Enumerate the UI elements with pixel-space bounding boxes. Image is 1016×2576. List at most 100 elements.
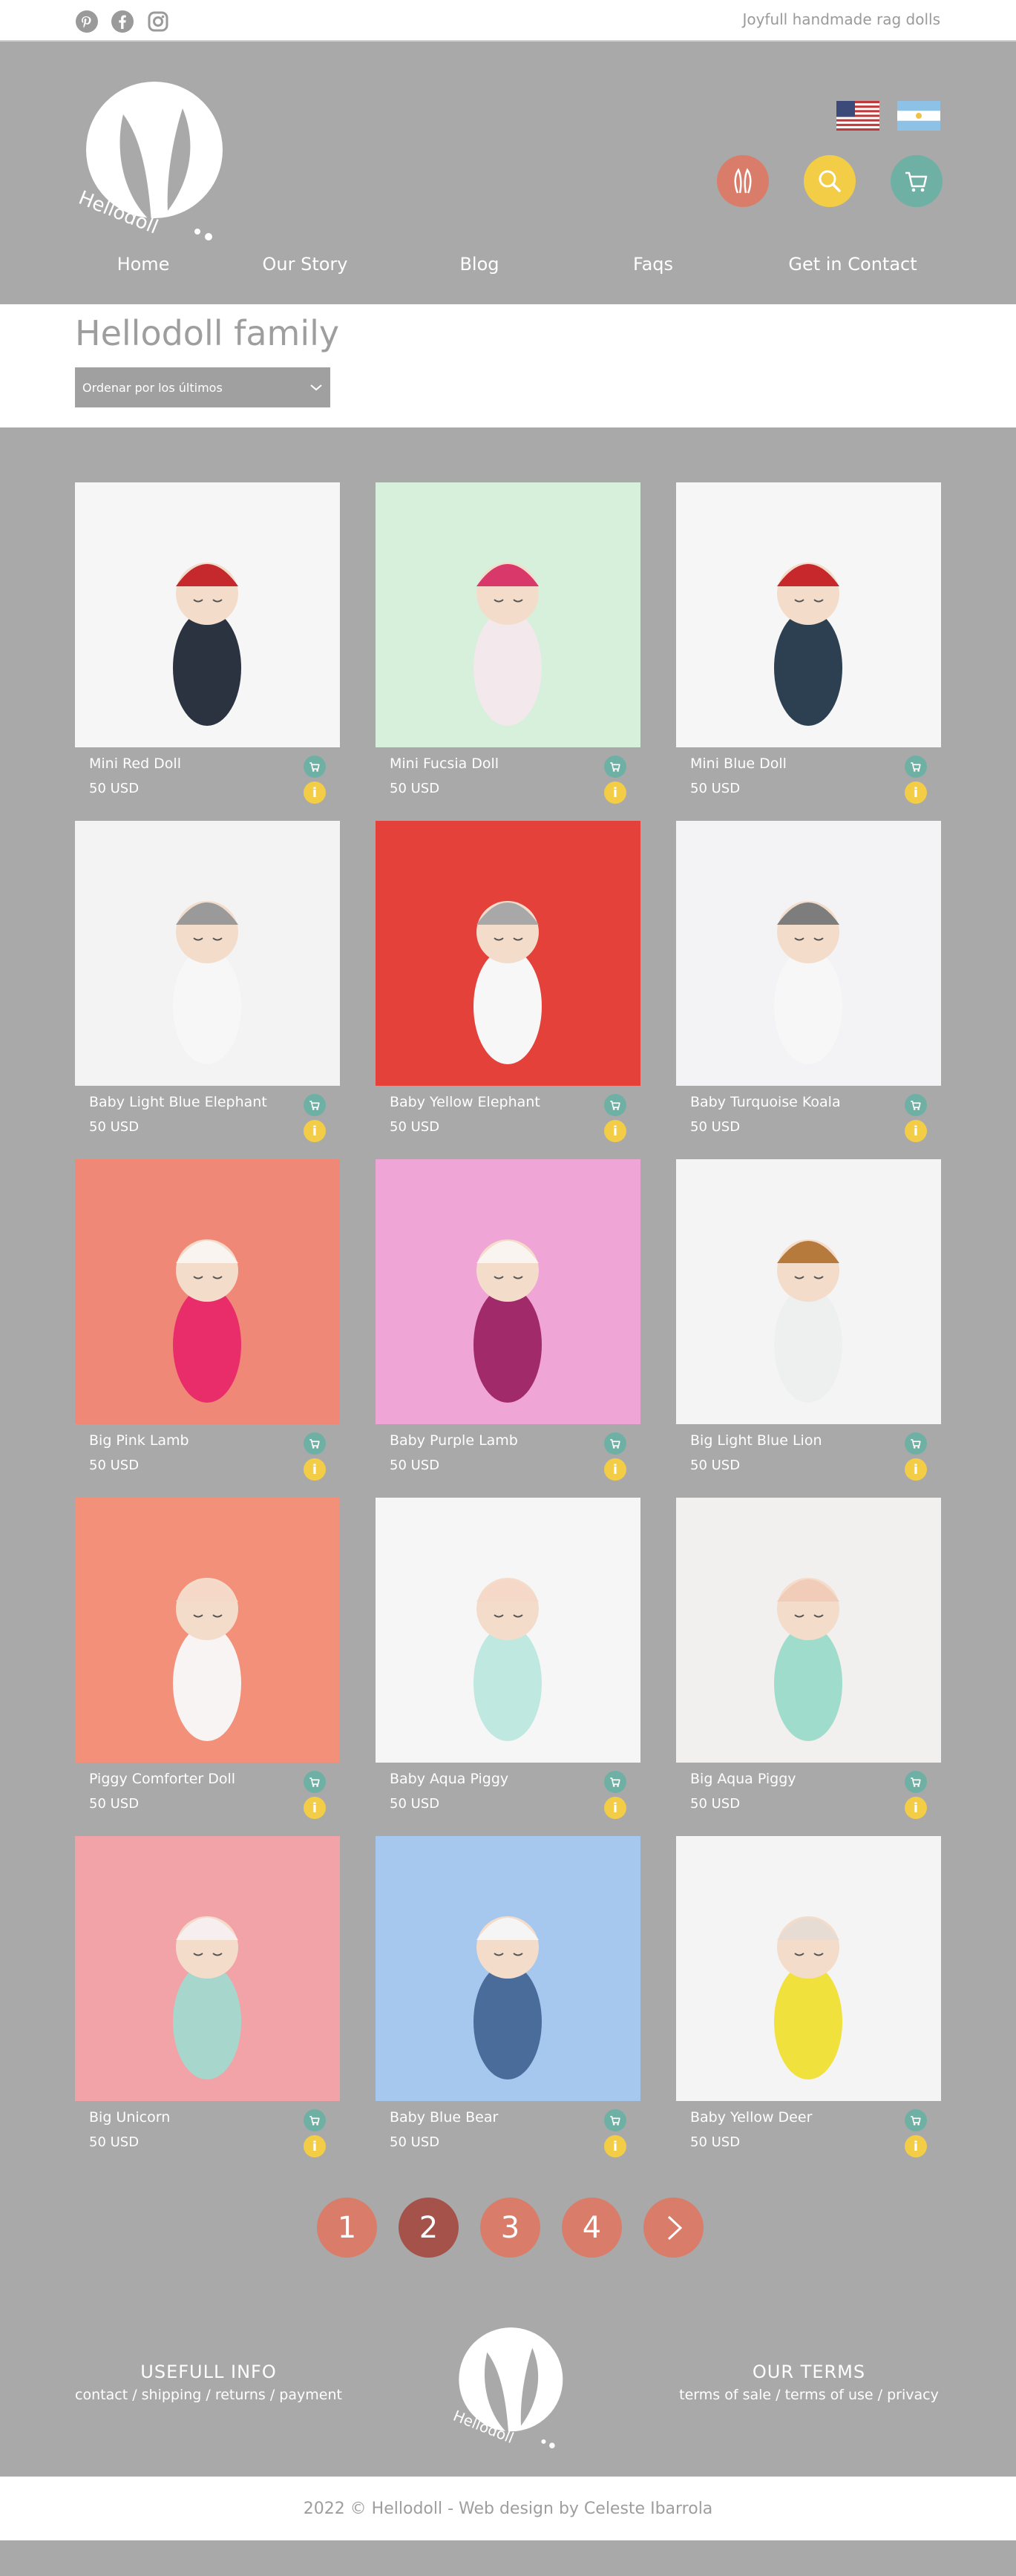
add-to-cart-icon[interactable] (304, 1771, 326, 1793)
product-image[interactable] (676, 482, 941, 747)
product-name[interactable]: Mini Fucsia Doll (390, 756, 499, 772)
catalog-header: Hellodoll family Ordenar por los últimos (0, 304, 1016, 427)
product-image[interactable] (75, 482, 340, 747)
nav-our-story[interactable]: Our Story (263, 254, 348, 275)
facebook-icon[interactable] (111, 10, 134, 33)
cart-icon[interactable] (891, 155, 943, 207)
page-button[interactable]: 4 (562, 2198, 622, 2258)
add-to-cart-icon[interactable] (604, 1094, 626, 1116)
product-name[interactable]: Piggy Comforter Doll (89, 1771, 235, 1787)
product-name[interactable]: Big Unicorn (89, 2109, 170, 2126)
product-name[interactable]: Baby Yellow Elephant (390, 1094, 540, 1110)
product-image[interactable] (676, 1159, 941, 1424)
product-image[interactable] (75, 1498, 340, 1763)
footer-our-terms: OUR TERMS terms of sale / terms of use /… (668, 2362, 950, 2403)
info-icon[interactable]: i (604, 2135, 626, 2157)
pinterest-icon[interactable] (75, 10, 99, 33)
product-card: Baby Purple Lamb 50 USD i (376, 1159, 640, 1481)
instagram-icon[interactable] (146, 10, 170, 33)
product-name[interactable]: Big Aqua Piggy (690, 1771, 796, 1787)
site-tagline: Joyfull handmade rag dolls (742, 10, 940, 28)
product-name[interactable]: Big Pink Lamb (89, 1432, 189, 1449)
us-flag[interactable] (836, 101, 879, 131)
product-price: 50 USD (690, 1458, 741, 1473)
nav-home[interactable]: Home (117, 254, 170, 275)
product-card: Baby Aqua Piggy 50 USD i (376, 1498, 640, 1819)
product-price: 50 USD (89, 781, 140, 796)
add-to-cart-icon[interactable] (604, 1771, 626, 1793)
footer-useful-info-links[interactable]: contact / shipping / returns / payment (71, 2387, 346, 2403)
nav-get-in-contact[interactable]: Get in Contact (788, 254, 917, 275)
add-to-cart-icon[interactable] (304, 2109, 326, 2131)
footer-logo[interactable]: Hellodoll (448, 2318, 566, 2448)
add-to-cart-icon[interactable] (304, 756, 326, 778)
product-price: 50 USD (89, 2134, 140, 2150)
product-image[interactable] (376, 1836, 640, 2101)
info-icon[interactable]: i (604, 1797, 626, 1819)
info-icon[interactable]: i (304, 1797, 326, 1819)
product-name[interactable]: Baby Blue Bear (390, 2109, 498, 2126)
product-image[interactable] (676, 821, 941, 1086)
footer-our-terms-links[interactable]: terms of sale / terms of use / privacy (668, 2387, 950, 2403)
argentina-flag[interactable] (897, 101, 940, 131)
info-icon[interactable]: i (304, 1458, 326, 1481)
site-header: Hellodoll Home Our Story Blog Faqs Get i… (0, 42, 1016, 304)
product-price: 50 USD (89, 1458, 140, 1473)
page-button[interactable]: 3 (480, 2198, 540, 2258)
page-button[interactable]: 1 (317, 2198, 377, 2258)
page-button[interactable]: 2 (399, 2198, 459, 2258)
add-to-cart-icon[interactable] (905, 1094, 927, 1116)
nav-faqs[interactable]: Faqs (633, 254, 673, 275)
sort-dropdown[interactable]: Ordenar por los últimos (75, 367, 330, 407)
info-icon[interactable]: i (304, 2135, 326, 2157)
product-image[interactable] (75, 1836, 340, 2101)
add-to-cart-icon[interactable] (905, 756, 927, 778)
product-name[interactable]: Baby Purple Lamb (390, 1432, 518, 1449)
add-to-cart-icon[interactable] (905, 1432, 927, 1455)
product-name[interactable]: Mini Red Doll (89, 756, 181, 772)
product-name[interactable]: Big Light Blue Lion (690, 1432, 822, 1449)
add-to-cart-icon[interactable] (604, 756, 626, 778)
product-name[interactable]: Baby Yellow Deer (690, 2109, 812, 2126)
product-image[interactable] (676, 1836, 941, 2101)
info-icon[interactable]: i (905, 1120, 927, 1142)
product-card: Baby Yellow Deer 50 USD i (676, 1836, 941, 2157)
product-name[interactable]: Baby Turquoise Koala (690, 1094, 841, 1110)
footer-our-terms-heading: OUR TERMS (752, 2362, 866, 2382)
product-name[interactable]: Baby Aqua Piggy (390, 1771, 508, 1787)
product-image[interactable] (376, 1498, 640, 1763)
product-image[interactable] (75, 1159, 340, 1424)
bunny-ears-icon[interactable] (717, 155, 769, 207)
add-to-cart-icon[interactable] (304, 1094, 326, 1116)
info-icon[interactable]: i (604, 1120, 626, 1142)
product-price: 50 USD (390, 1458, 440, 1473)
product-name[interactable]: Mini Blue Doll (690, 756, 787, 772)
product-card: Mini Fucsia Doll 50 USD i (376, 482, 640, 804)
product-image[interactable] (376, 1159, 640, 1424)
product-image[interactable] (75, 821, 340, 1086)
product-card: Mini Blue Doll 50 USD i (676, 482, 941, 804)
info-icon[interactable]: i (905, 1797, 927, 1819)
product-price: 50 USD (690, 1119, 741, 1135)
hellodoll-logo[interactable]: Hellodoll (71, 70, 227, 240)
add-to-cart-icon[interactable] (604, 1432, 626, 1455)
info-icon[interactable]: i (604, 781, 626, 804)
product-card: Piggy Comforter Doll 50 USD i (75, 1498, 340, 1819)
product-name[interactable]: Baby Light Blue Elephant (89, 1094, 267, 1110)
info-icon[interactable]: i (905, 781, 927, 804)
add-to-cart-icon[interactable] (604, 2109, 626, 2131)
info-icon[interactable]: i (304, 1120, 326, 1142)
product-image[interactable] (376, 482, 640, 747)
add-to-cart-icon[interactable] (905, 2109, 927, 2131)
info-icon[interactable]: i (604, 1458, 626, 1481)
next-arrow-icon[interactable] (643, 2198, 704, 2258)
search-icon[interactable] (804, 155, 856, 207)
info-icon[interactable]: i (304, 781, 326, 804)
info-icon[interactable]: i (905, 2135, 927, 2157)
product-image[interactable] (376, 821, 640, 1086)
info-icon[interactable]: i (905, 1458, 927, 1481)
add-to-cart-icon[interactable] (304, 1432, 326, 1455)
nav-blog[interactable]: Blog (459, 254, 499, 275)
product-image[interactable] (676, 1498, 941, 1763)
add-to-cart-icon[interactable] (905, 1771, 927, 1793)
